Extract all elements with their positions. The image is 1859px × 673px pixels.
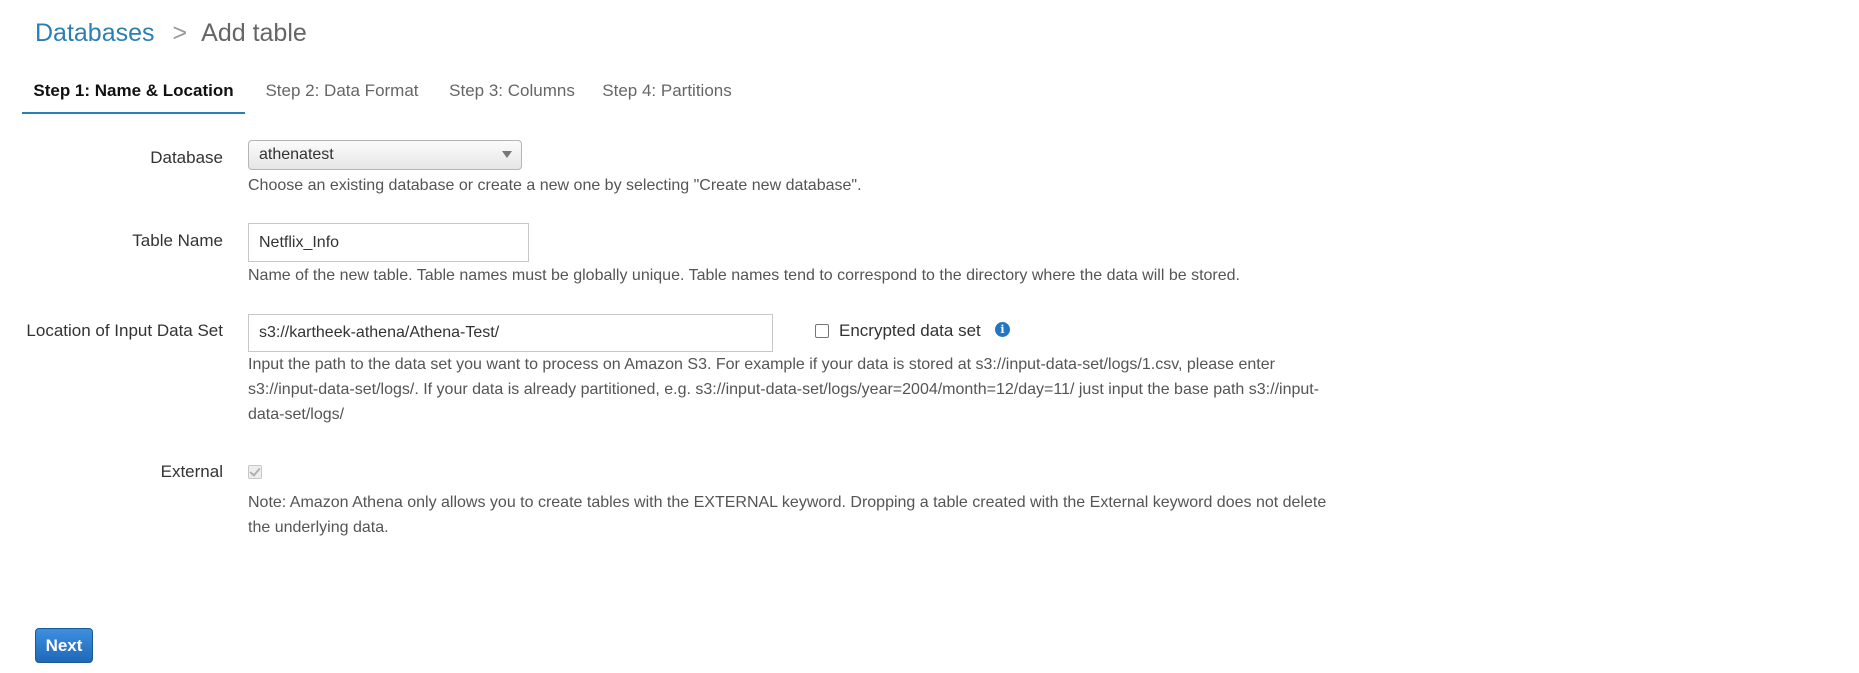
location-input[interactable]: [248, 314, 773, 352]
add-table-page: Databases > Add table Step 1: Name & Locat…: [0, 0, 1859, 673]
table-name-help-text: Name of the new table. Table names must …: [248, 267, 1240, 284]
database-select-value: athenatest: [259, 146, 334, 163]
encrypted-data-set-label[interactable]: Encrypted data set: [839, 321, 981, 341]
database-help-text: Choose an existing database or create a …: [248, 177, 862, 194]
checkmark-icon: [249, 465, 261, 477]
location-help-line-1: Input the path to the data set you want …: [248, 356, 1275, 373]
table-name-label: Table Name: [132, 231, 223, 250]
caret-down-icon: [502, 151, 512, 158]
location-help-line-3: data-set/logs/: [248, 406, 345, 423]
external-checkbox[interactable]: [248, 465, 262, 479]
wizard-steps: Step 1: Name & Location Step 2: Data For…: [22, 74, 1859, 114]
next-button[interactable]: Next: [35, 628, 93, 663]
tab-step-4-partitions[interactable]: Step 4: Partitions: [596, 74, 738, 112]
breadcrumb-databases-link[interactable]: Databases: [35, 19, 155, 47]
location-label: Location of Input Data Set: [26, 321, 223, 340]
breadcrumb-separator: >: [172, 19, 188, 47]
external-help-line-2: the underlying data.: [248, 519, 389, 536]
location-help-line-2: s3://input-data-set/logs/. If your data …: [248, 381, 1320, 398]
info-icon[interactable]: i: [995, 322, 1010, 337]
page-title: Add table: [201, 19, 307, 47]
external-label: External: [160, 462, 223, 481]
external-help-line-1: Note: Amazon Athena only allows you to c…: [248, 494, 1327, 511]
table-name-input[interactable]: [248, 223, 529, 262]
encrypted-data-set-checkbox[interactable]: [815, 324, 829, 338]
breadcrumb: Databases > Add table: [35, 16, 307, 50]
database-label: Database: [150, 148, 223, 167]
database-select[interactable]: athenatest: [248, 140, 522, 170]
tab-step-3-columns[interactable]: Step 3: Columns: [442, 74, 582, 112]
tab-step-1-name-location[interactable]: Step 1: Name & Location: [22, 74, 245, 114]
tab-step-2-data-format[interactable]: Step 2: Data Format: [262, 74, 422, 112]
